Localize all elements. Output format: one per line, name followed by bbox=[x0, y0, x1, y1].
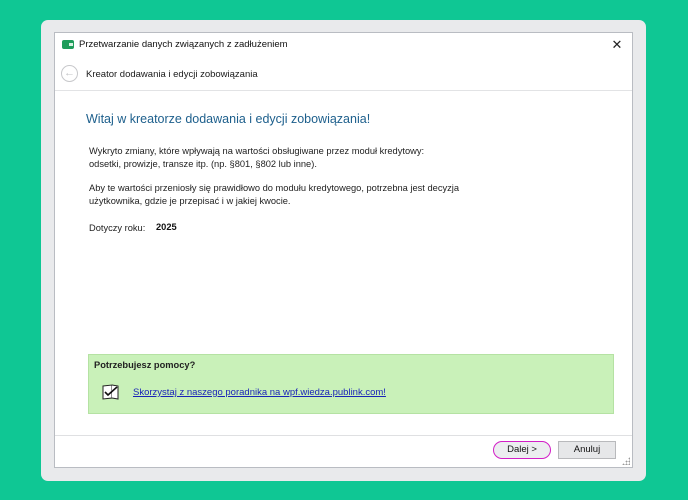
wizard-nav-bar: ← Kreator dodawania i edycji zobowiązani… bbox=[55, 58, 632, 91]
wizard-dialog: Przetwarzanie danych związanych z zadłuż… bbox=[54, 32, 633, 468]
intro-line-1: Wykryto zmiany, które wpływają na wartoś… bbox=[89, 146, 425, 156]
help-title: Potrzebujesz pomocy? bbox=[94, 360, 196, 370]
app-icon bbox=[62, 40, 74, 49]
decision-line-1: Aby te wartości przeniosły się prawidłow… bbox=[89, 183, 459, 193]
help-guide-link[interactable]: Skorzystaj z naszego poradnika na wpf.wi… bbox=[133, 387, 386, 398]
guide-check-icon bbox=[102, 384, 119, 400]
decision-text: Aby te wartości przeniosły się prawidłow… bbox=[89, 182, 459, 208]
window-title: Przetwarzanie danych związanych z zadłuż… bbox=[79, 39, 288, 50]
intro-line-2: odsetki, prowizje, transze itp. (np. §80… bbox=[89, 159, 317, 169]
close-button[interactable]: ✕ bbox=[608, 36, 626, 54]
cancel-button[interactable]: Anuluj bbox=[558, 441, 616, 459]
intro-text: Wykryto zmiany, które wpływają na wartoś… bbox=[89, 145, 424, 171]
help-panel: Potrzebujesz pomocy? Skorzystaj z naszeg… bbox=[88, 354, 614, 414]
year-value: 2025 bbox=[156, 222, 177, 232]
year-label: Dotyczy roku: bbox=[89, 223, 146, 233]
next-button[interactable]: Dalej > bbox=[493, 441, 551, 459]
page-heading: Witaj w kreatorze dodawania i edycji zob… bbox=[86, 112, 371, 126]
decision-line-2: użytkownika, gdzie je przepisać i w jaki… bbox=[89, 196, 291, 206]
back-arrow-icon[interactable]: ← bbox=[61, 65, 78, 82]
title-bar: Przetwarzanie danych związanych z zadłuż… bbox=[55, 33, 632, 58]
resize-grip[interactable] bbox=[622, 457, 630, 465]
wizard-title: Kreator dodawania i edycji zobowiązania bbox=[86, 69, 258, 80]
